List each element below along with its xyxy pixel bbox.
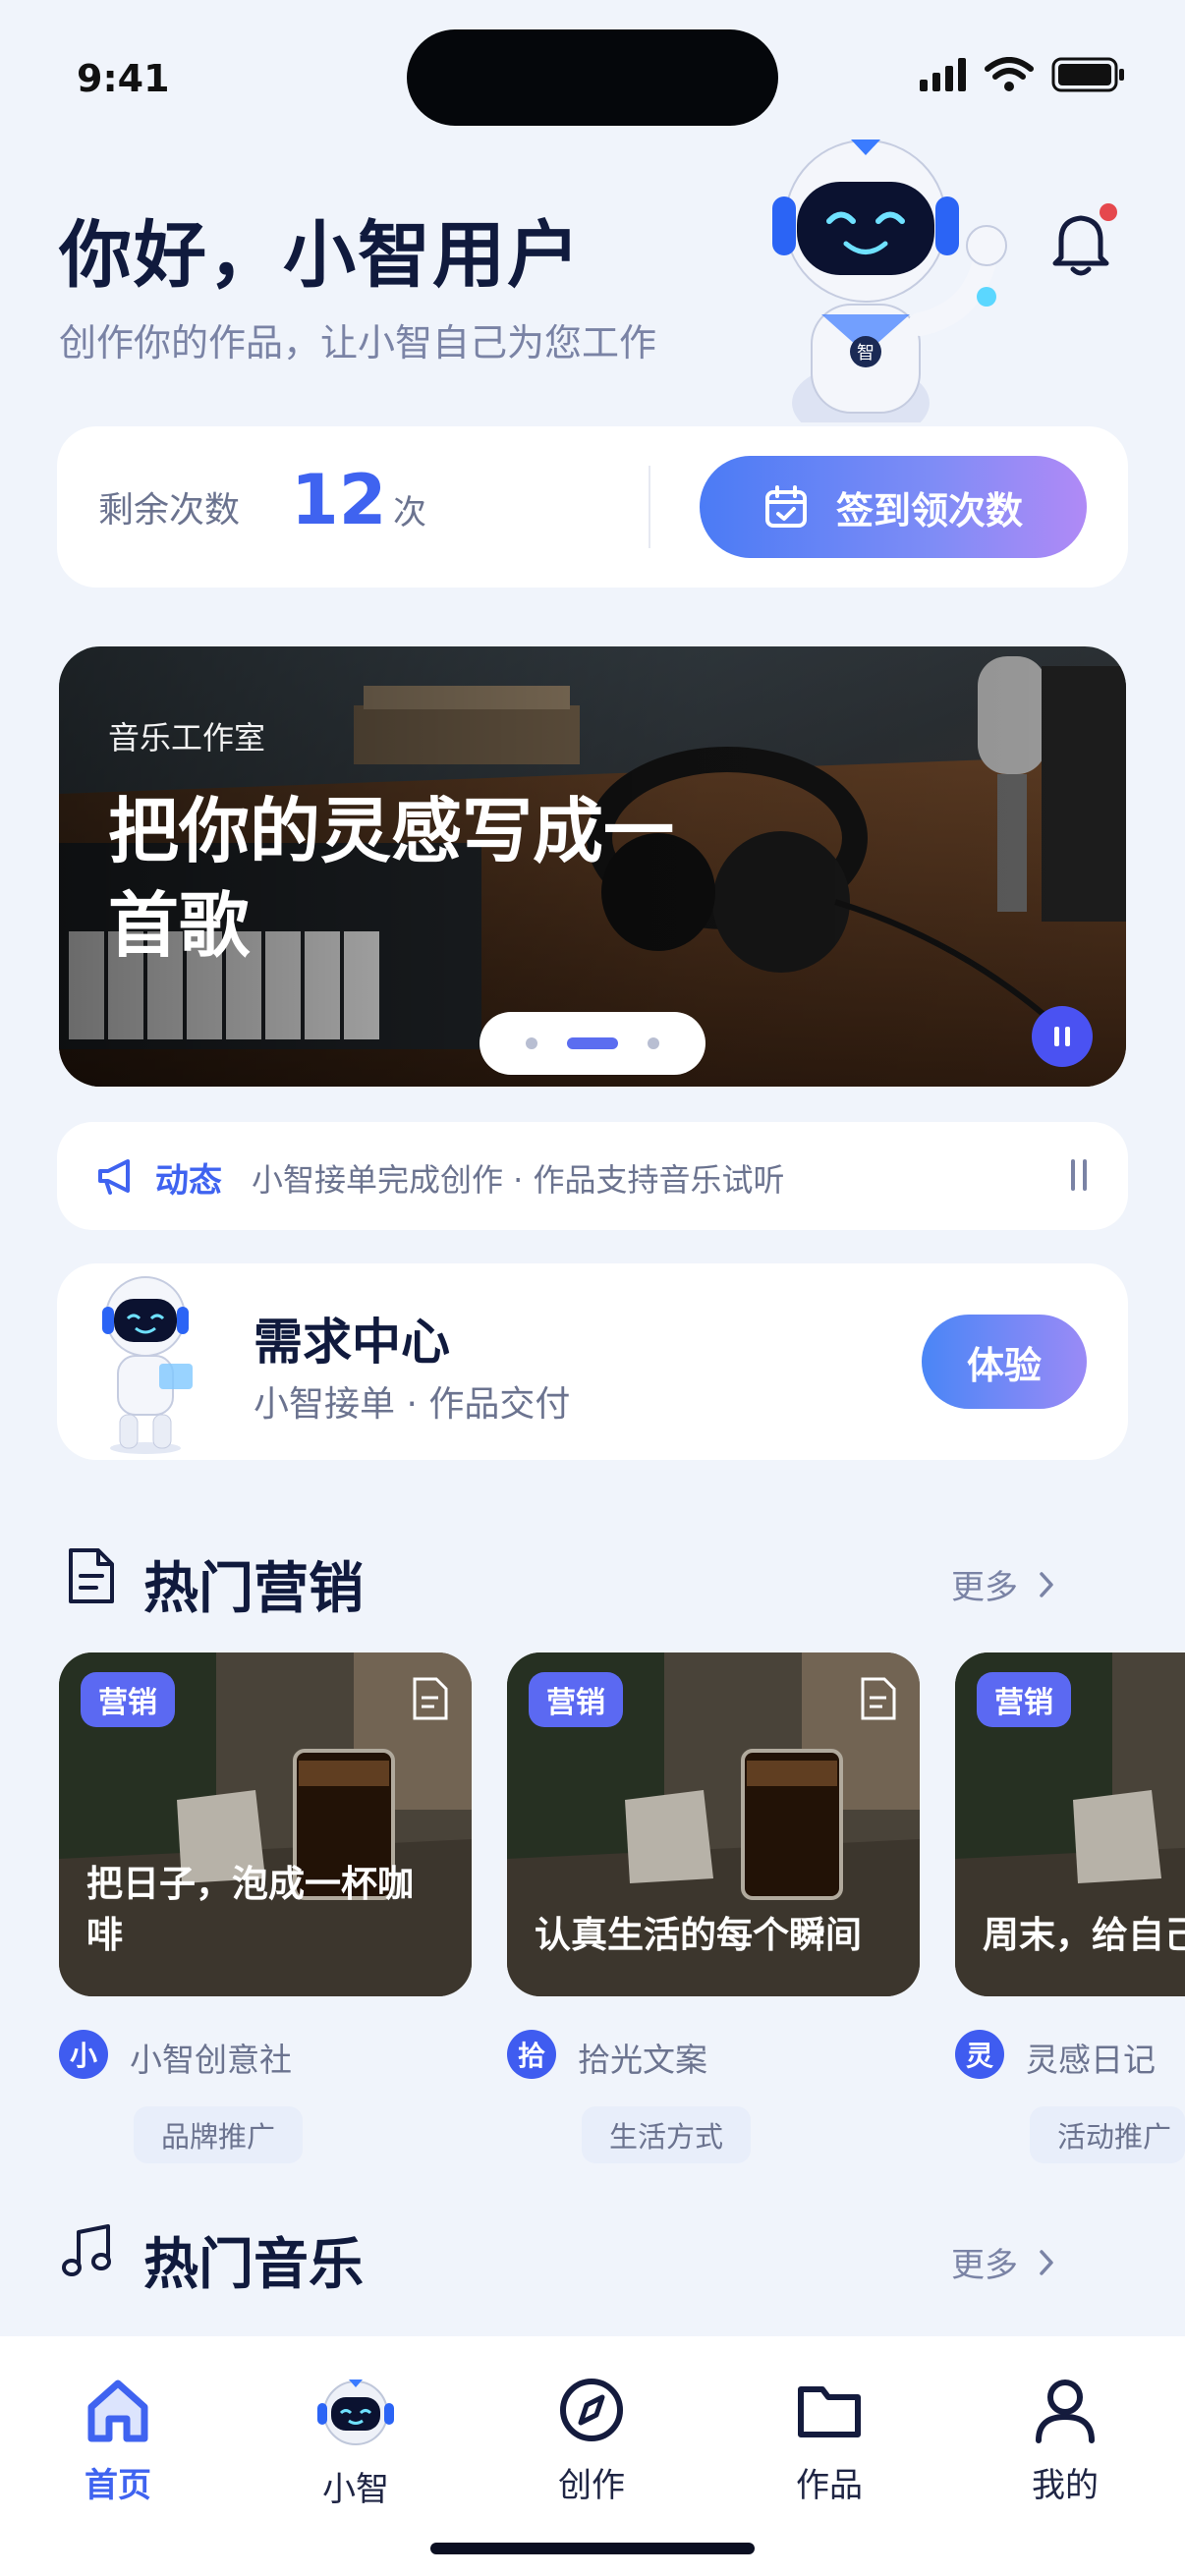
more-label: 更多 [951, 1568, 1018, 1607]
robot-avatar-icon [317, 2380, 394, 2445]
document-icon [69, 1548, 114, 1603]
robot-mascot-small [102, 1276, 193, 1454]
news-text: 小智接单完成创作 · 作品支持音乐试听 [252, 1161, 785, 1199]
dynamic-island [407, 29, 778, 126]
marketing-card[interactable]: 营销 把日子，泡成一杯咖啡 [59, 1652, 472, 1996]
home-icon [87, 2380, 148, 2442]
author-avatar: 小 [59, 2030, 108, 2079]
author-name: 小智创意社 [130, 2041, 292, 2079]
user-icon [1036, 2380, 1095, 2443]
wifi-icon [985, 57, 1034, 91]
news-label: 动态 [155, 1161, 222, 1201]
nav-label: 首页 [85, 2466, 151, 2505]
credits-label: 剩余次数 [98, 490, 241, 531]
section-title-music: 热门音乐 [143, 2233, 364, 2297]
nav-label: 小智 [322, 2470, 389, 2509]
music-more-link[interactable]: 更多 [951, 2238, 1055, 2286]
card-tag[interactable]: 品牌推广 [134, 2106, 304, 2163]
home-indicator [430, 2543, 755, 2554]
ticker-pause-icon[interactable] [1069, 1157, 1091, 1193]
card-tag[interactable]: 生活方式 [582, 2106, 752, 2163]
more-label: 更多 [951, 2246, 1018, 2285]
card-caption: 认真生活的每个瞬间 [535, 1914, 862, 1956]
card-caption: 周末，给自己 [983, 1914, 1185, 1956]
nav-xiaozhi[interactable]: 小智 [277, 2376, 434, 2510]
nav-label: 作品 [796, 2466, 863, 2505]
marketing-card[interactable]: 营销 认真生活的每个瞬间 [507, 1652, 920, 1996]
card-caption: 把日子，泡成一杯咖啡 [86, 1863, 414, 1956]
banner-carousel[interactable]: 音乐工作室 把你的灵感写成一首歌 [59, 646, 1126, 1087]
credits-card: 剩余次数 12 次 签到领次数 [57, 426, 1128, 588]
music-note-icon [62, 2224, 111, 2276]
checkin-label: 签到领次数 [835, 488, 1023, 532]
signal-icon [920, 58, 966, 91]
divider [649, 466, 650, 548]
marketing-card[interactable]: 营销 周末，给自己 [955, 1652, 1185, 1996]
pagination-dot-active[interactable] [567, 1037, 618, 1049]
demand-title: 需求中心 [254, 1314, 450, 1371]
notification-bell-icon[interactable] [1042, 202, 1120, 281]
card-tag[interactable]: 活动推广 [1030, 2106, 1185, 2163]
demand-subtitle: 小智接单 · 作品交付 [254, 1384, 571, 1425]
author-avatar: 灵 [955, 2030, 1004, 2079]
chevron-right-icon [1040, 1571, 1053, 1597]
greeting-title: 你好，小智用户 [59, 213, 582, 298]
pagination-dot[interactable] [526, 1037, 537, 1049]
carousel-pagination[interactable] [480, 1012, 705, 1075]
banner-tag: 音乐工作室 [108, 719, 266, 756]
demand-center-card[interactable]: 需求中心 小智接单 · 作品交付 体验 [57, 1263, 1128, 1460]
calendar-check-icon [764, 485, 807, 528]
nav-me[interactable]: 我的 [987, 2376, 1144, 2506]
credits-unit: 次 [393, 493, 426, 532]
svg-text:智: 智 [857, 343, 875, 364]
pagination-dot[interactable] [648, 1037, 659, 1049]
card-badge: 营销 [529, 1672, 623, 1727]
greeting-subtitle: 创作你的作品，让小智自己为您工作 [59, 321, 657, 364]
banner-title: 把你的灵感写成一首歌 [108, 790, 675, 967]
nav-works[interactable]: 作品 [751, 2376, 908, 2506]
battery-icon [1051, 57, 1124, 92]
compass-icon [560, 2379, 623, 2441]
card-badge: 营销 [81, 1672, 175, 1727]
author-name: 拾光文案 [578, 2041, 707, 2079]
credits-value: 12 [291, 460, 387, 540]
section-title-marketing: 热门营销 [143, 1557, 364, 1621]
nav-label: 创作 [558, 2466, 625, 2505]
checkin-button[interactable]: 签到领次数 [700, 456, 1087, 558]
news-ticker[interactable]: 动态 小智接单完成创作 · 作品支持音乐试听 [57, 1122, 1128, 1230]
card-badge: 营销 [977, 1672, 1071, 1727]
marketing-more-link[interactable]: 更多 [951, 1560, 1055, 1608]
author-name: 灵感日记 [1026, 2041, 1156, 2079]
robot-mascot-illustration: 智 [772, 140, 1007, 422]
folder-icon [798, 2386, 861, 2437]
document-icon [413, 1677, 448, 1720]
banner-pause-button[interactable] [1032, 1006, 1093, 1067]
chevron-right-icon [1040, 2249, 1053, 2275]
megaphone-icon [98, 1159, 130, 1195]
status-time: 9:41 [77, 57, 170, 100]
document-icon [861, 1677, 896, 1720]
nav-label: 我的 [1032, 2466, 1099, 2505]
try-button[interactable]: 体验 [922, 1315, 1087, 1409]
nav-create[interactable]: 创作 [513, 2376, 670, 2506]
nav-home[interactable]: 首页 [39, 2376, 197, 2506]
pause-icon [1054, 1027, 1070, 1046]
author-avatar: 拾 [507, 2030, 556, 2079]
bottom-navigation: 首页 小智 创作 作品 我的 [0, 2336, 1185, 2576]
status-icons [920, 57, 1126, 92]
